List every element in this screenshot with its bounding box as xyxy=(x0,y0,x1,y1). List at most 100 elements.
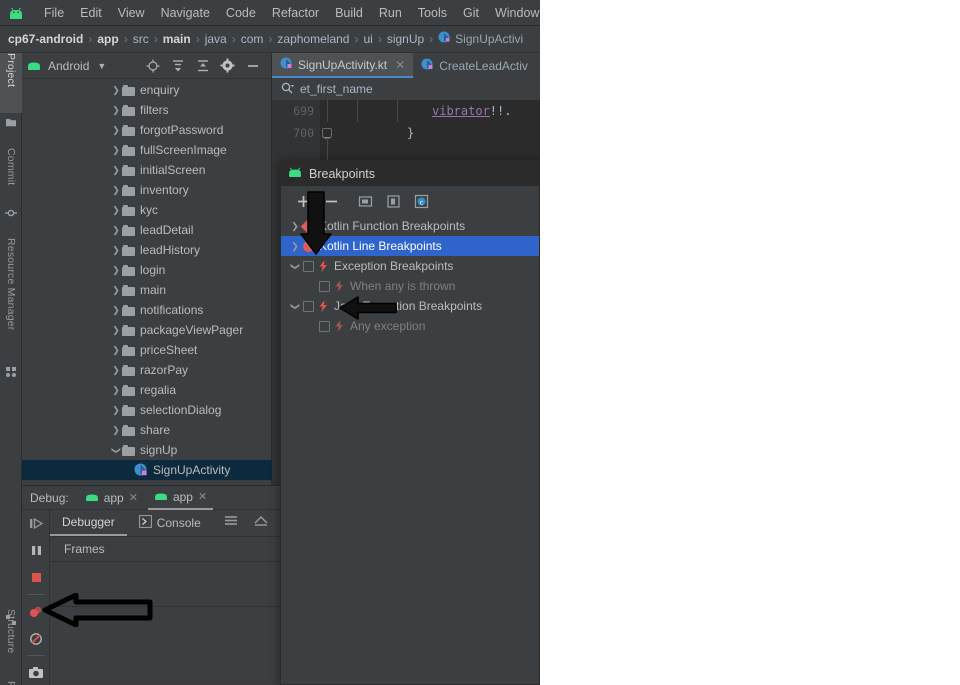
project-tree[interactable]: ❯ enquiry ❯ filters ❯ forgotPassword ❯ fullScre… xyxy=(22,80,272,485)
tree-item-folder[interactable]: ❯ selectionDialog xyxy=(22,400,272,420)
chevron-right-icon[interactable]: ❯ xyxy=(287,241,303,252)
chevron-right-icon[interactable]: ❯ xyxy=(110,265,122,276)
breadcrumb-item-src[interactable]: src xyxy=(133,32,149,46)
menu-item-window[interactable]: Window xyxy=(487,4,540,22)
chevron-right-icon[interactable]: ❯ xyxy=(110,425,122,436)
breadcrumb-item-app[interactable]: app xyxy=(97,32,118,46)
menu-item-git[interactable]: Git xyxy=(455,4,487,22)
tree-item-folder[interactable]: ❯ main xyxy=(22,280,272,300)
tree-item-folder[interactable]: ❯ filters xyxy=(22,100,272,120)
restore-layout-button[interactable] xyxy=(253,514,269,532)
breadcrumb-item-signupactivity[interactable]: SignUpActivi xyxy=(438,31,523,47)
breakpoints-dialog-header[interactable]: Breakpoints xyxy=(281,161,539,186)
chevron-down-icon[interactable]: ❯ xyxy=(290,258,301,274)
sidebar-item-project[interactable]: Project xyxy=(0,53,22,113)
tab-debugger[interactable]: Debugger xyxy=(50,510,127,536)
resume-program-button[interactable] xyxy=(22,510,50,537)
tab-signupactivity-kt[interactable]: SignUpActivity.kt ✕ xyxy=(272,53,414,78)
remove-breakpoint-button[interactable] xyxy=(323,193,340,210)
breakpoint-checkbox[interactable] xyxy=(319,280,330,292)
breakpoints-list[interactable]: ❯ Kotlin Function Breakpoints ❯ Kotlin Line… xyxy=(281,216,539,684)
menu-item-tools[interactable]: Tools xyxy=(410,4,455,22)
breakpoint-row[interactable]: ❯ Kotlin Function Breakpoints xyxy=(281,216,539,236)
mute-breakpoints-button[interactable] xyxy=(22,625,50,652)
chevron-right-icon[interactable]: ❯ xyxy=(110,85,122,96)
chevron-right-icon[interactable]: ❯ xyxy=(110,145,122,156)
pause-program-button[interactable] xyxy=(22,537,50,564)
sidebar-item-resource-manager[interactable]: Resource Manager xyxy=(0,238,22,363)
chevron-right-icon[interactable]: ❯ xyxy=(110,385,122,396)
hide-icon[interactable] xyxy=(245,58,261,74)
collapse-all-icon[interactable] xyxy=(195,58,211,74)
tree-item-file[interactable]: SignUpActivity xyxy=(22,460,272,480)
settings-gear-icon[interactable] xyxy=(220,57,236,74)
menu-item-edit[interactable]: Edit xyxy=(72,4,110,22)
run-tab-app-1[interactable]: app ✕ xyxy=(79,486,144,510)
add-breakpoint-button[interactable] xyxy=(295,193,312,210)
screenshot-button[interactable] xyxy=(22,659,50,685)
close-icon[interactable]: ✕ xyxy=(129,491,138,504)
tree-item-folder[interactable]: ❯ fullScreenImage xyxy=(22,140,272,160)
chevron-right-icon[interactable]: ❯ xyxy=(110,245,122,256)
breakpoint-row[interactable]: ❯ Kotlin Line Breakpoints xyxy=(281,236,539,256)
run-tab-app-2[interactable]: app ✕ xyxy=(147,486,214,510)
breakpoint-row[interactable]: When any is thrown xyxy=(281,276,539,296)
breadcrumb-item-java[interactable]: java xyxy=(205,32,227,46)
menu-item-build[interactable]: Build xyxy=(327,4,371,22)
chevron-down-icon[interactable]: ❯ xyxy=(290,298,301,314)
chevron-right-icon[interactable]: ❯ xyxy=(110,325,122,336)
chevron-right-icon[interactable]: ❯ xyxy=(110,345,122,356)
breakpoint-row[interactable]: ❯ Java Exception Breakpoints xyxy=(281,296,539,316)
tree-item-folder[interactable]: ❯ notifications xyxy=(22,300,272,320)
close-icon[interactable]: ✕ xyxy=(395,58,405,72)
project-panel-title[interactable]: Android xyxy=(48,59,89,73)
stop-program-button[interactable] xyxy=(22,564,50,591)
close-icon[interactable]: ✕ xyxy=(198,490,207,503)
breakpoints-dialog[interactable]: Breakpoints c ❯ Kotlin Function Breakpoi… xyxy=(280,160,540,685)
chevron-right-icon[interactable]: ❯ xyxy=(110,405,122,416)
view-breakpoints-button[interactable] xyxy=(22,598,50,625)
chevron-down-icon[interactable]: ▼ xyxy=(97,61,106,71)
chevron-right-icon[interactable]: ❯ xyxy=(110,185,122,196)
breakpoint-checkbox[interactable] xyxy=(303,300,314,312)
chevron-right-icon[interactable]: ❯ xyxy=(110,125,122,136)
chevron-down-icon[interactable]: ❯ xyxy=(111,444,122,456)
expand-all-icon[interactable] xyxy=(170,58,186,74)
tab-createleadactivity-kt[interactable]: CreateLeadActiv xyxy=(413,53,536,78)
tree-item-folder[interactable]: ❯ kyc xyxy=(22,200,272,220)
group-by-class-button[interactable]: c xyxy=(413,193,430,210)
menu-item-code[interactable]: Code xyxy=(218,4,264,22)
locate-icon[interactable] xyxy=(145,58,161,74)
tree-item-folder[interactable]: ❯ forgotPassword xyxy=(22,120,272,140)
tab-console[interactable]: Console xyxy=(127,510,213,536)
chevron-right-icon[interactable]: ❯ xyxy=(110,305,122,316)
code-fold-marker[interactable] xyxy=(322,128,332,139)
tree-item-folder[interactable]: ❯ leadHistory xyxy=(22,240,272,260)
chevron-right-icon[interactable]: ❯ xyxy=(110,225,122,236)
menu-item-refactor[interactable]: Refactor xyxy=(264,4,327,22)
group-by-type-button[interactable] xyxy=(385,193,402,210)
breakpoint-row[interactable]: Any exception xyxy=(281,316,539,336)
menu-item-view[interactable]: View xyxy=(110,4,153,22)
menu-item-run[interactable]: Run xyxy=(371,4,410,22)
chevron-right-icon[interactable]: ❯ xyxy=(110,105,122,116)
tree-item-folder[interactable]: ❯ regalia xyxy=(22,380,272,400)
group-by-file-button[interactable] xyxy=(357,193,374,210)
chevron-right-icon[interactable]: ❯ xyxy=(110,285,122,296)
tree-item-folder[interactable]: ❯ leadDetail xyxy=(22,220,272,240)
tree-item-folder[interactable]: ❯ enquiry xyxy=(22,80,272,100)
tree-item-folder[interactable]: ❯ packageViewPager xyxy=(22,320,272,340)
search-icon[interactable] xyxy=(280,81,294,98)
tree-item-folder[interactable]: ❯ initialScreen xyxy=(22,160,272,180)
tree-item-folder[interactable]: ❯ priceSheet xyxy=(22,340,272,360)
breadcrumb-item-zaphomeland[interactable]: zaphomeland xyxy=(277,32,349,46)
breadcrumb-item-ui[interactable]: ui xyxy=(363,32,372,46)
sidebar-item-favorites[interactable]: Favorites xyxy=(0,681,22,685)
layout-settings-button[interactable] xyxy=(223,514,239,532)
tree-item-folder[interactable]: ❯ signUp xyxy=(22,440,272,460)
tree-item-folder[interactable]: ❯ inventory xyxy=(22,180,272,200)
chevron-right-icon[interactable]: ❯ xyxy=(110,205,122,216)
tree-item-folder[interactable]: ❯ login xyxy=(22,260,272,280)
breadcrumb-item-project[interactable]: cp67-android xyxy=(8,32,83,46)
chevron-right-icon[interactable]: ❯ xyxy=(110,365,122,376)
